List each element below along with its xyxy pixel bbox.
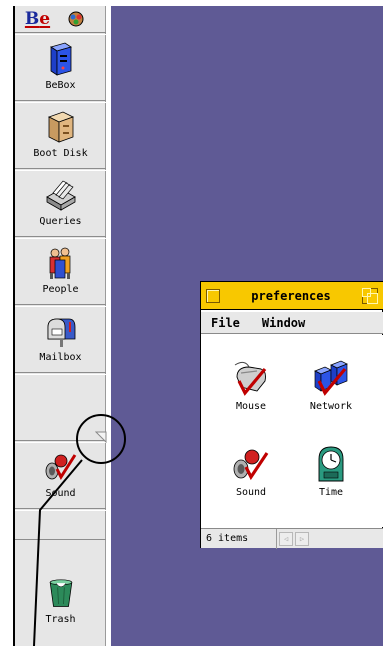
window-content: Mouse Network Sound Time: [201, 335, 383, 527]
mailbox-icon: [47, 318, 75, 347]
network-icon: [314, 360, 348, 396]
scroll-right-arrow[interactable]: ▷: [295, 531, 309, 546]
pref-item-network[interactable]: Network: [301, 359, 361, 412]
deskbar-item-label: Sound: [45, 488, 76, 499]
mouse-icon: [234, 361, 267, 396]
pref-item-label: Sound: [235, 487, 267, 498]
window-menu[interactable]: Window: [262, 316, 305, 330]
sound-icon: [233, 449, 269, 481]
deskbar-item-label: BeBox: [45, 80, 76, 91]
trash-icon: [49, 579, 72, 607]
people-icon: [49, 247, 70, 279]
window-tab[interactable]: preferences: [201, 282, 383, 310]
deskbar-item-boot-disk[interactable]: Boot Disk: [15, 102, 106, 169]
sound-icon: [45, 454, 76, 481]
scroll-left-arrow[interactable]: ◁: [279, 531, 293, 546]
window-menubar: File Window: [201, 312, 383, 334]
queries-icon: [45, 180, 76, 211]
deskbar-item-mailbox[interactable]: Mailbox: [15, 306, 106, 373]
tray-app-icon[interactable]: [60, 6, 92, 33]
deskbar-item-bebox[interactable]: BeBox: [15, 34, 106, 101]
deskbar-menu-row: Be: [15, 6, 106, 33]
deskbar-item-label: Mailbox: [39, 352, 82, 363]
zoom-box-button[interactable]: [362, 287, 378, 304]
boot-disk-icon: [47, 111, 74, 143]
deskbar-item-label: Boot Disk: [33, 148, 88, 159]
time-icon: [318, 446, 344, 482]
deskbar-item-label: Queries: [39, 216, 82, 227]
pref-item-sound[interactable]: Sound: [221, 445, 281, 498]
zoom-icon: [362, 287, 378, 304]
tray-icon: [68, 11, 84, 27]
preferences-window: preferences File Window Mouse Network So…: [200, 281, 383, 549]
pref-item-label: Network: [309, 401, 353, 412]
pref-item-mouse[interactable]: Mouse: [221, 359, 281, 412]
be-menu-letter-e: e: [39, 9, 51, 29]
pref-item-label: Mouse: [235, 401, 267, 412]
pref-item-label: Time: [318, 487, 344, 498]
trash-label: Trash: [45, 614, 76, 625]
deskbar-item-queries[interactable]: Queries: [15, 170, 106, 237]
deskbar-item-label: People: [42, 284, 79, 295]
close-box-button[interactable]: [206, 288, 220, 303]
item-count-label: 6 items: [201, 528, 277, 549]
window-title: preferences: [251, 288, 331, 303]
be-menu-button[interactable]: Be: [15, 6, 60, 33]
window-status-bar: 6 items ◁ ▷: [201, 528, 383, 549]
deskbar-item-empty: [15, 510, 106, 540]
callout-circle: [76, 414, 126, 464]
be-menu-letter-b: B: [24, 9, 40, 29]
trash[interactable]: Trash: [15, 576, 106, 646]
bebox-icon: [49, 42, 72, 76]
file-menu[interactable]: File: [211, 316, 240, 330]
deskbar-item-people[interactable]: People: [15, 238, 106, 305]
deskbar: Be BeBox Boot Disk Queries People Mailbo…: [15, 6, 107, 646]
pref-item-time[interactable]: Time: [301, 445, 361, 498]
